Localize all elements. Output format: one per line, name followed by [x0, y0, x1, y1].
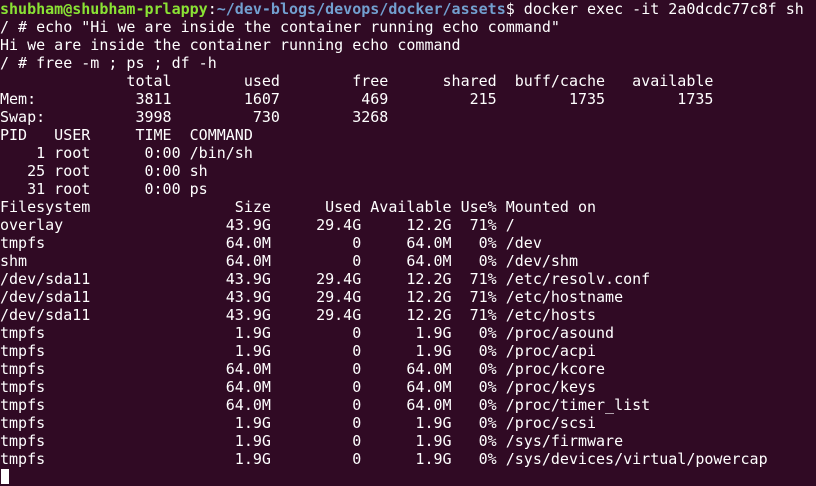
output-line: /dev/sda11 43.9G 29.4G 12.2G 71% /etc/ho… [0, 306, 597, 324]
output-line: / # echo "Hi we are inside the container… [0, 18, 560, 36]
prompt-symbol: $ [505, 0, 524, 18]
output-line: /dev/sda11 43.9G 29.4G 12.2G 71% /etc/re… [0, 270, 651, 288]
cursor-line [0, 468, 816, 486]
output-line: Hi we are inside the container running e… [0, 36, 461, 54]
output-line: tmpfs 1.9G 0 1.9G 0% /proc/acpi [0, 342, 597, 360]
prompt-path: ~/dev-blogs/devops/docker/assets [216, 0, 506, 18]
output-line: tmpfs 1.9G 0 1.9G 0% /proc/scsi [0, 414, 597, 432]
output-line: Filesystem Size Used Available Use% Moun… [0, 198, 597, 216]
output-line: tmpfs 1.9G 0 1.9G 0% /sys/firmware [0, 432, 624, 450]
output-line: tmpfs 64.0M 0 64.0M 0% /proc/kcore [0, 360, 606, 378]
output-line: tmpfs 64.0M 0 64.0M 0% /proc/timer_list [0, 396, 651, 414]
prompt-command: docker exec -it 2a0dcdc77c8f sh [523, 0, 804, 18]
output-line: Swap: 3998 730 3268 [0, 108, 389, 126]
output-line: total used free shared buff/cache availa… [0, 72, 714, 90]
output-line: /dev/sda11 43.9G 29.4G 12.2G 71% /etc/ho… [0, 288, 624, 306]
prompt-line: shubham@shubham-prlappy:~/dev-blogs/devo… [0, 0, 816, 18]
output-line: tmpfs 1.9G 0 1.9G 0% /proc/asound [0, 324, 615, 342]
output-line: 31 root 0:00 ps [0, 180, 208, 198]
text-cursor [1, 469, 9, 484]
prompt-user-host: shubham@shubham-prlappy [0, 0, 208, 18]
output-line: overlay 43.9G 29.4G 12.2G 71% / [0, 216, 515, 234]
terminal-output: / # echo "Hi we are inside the container… [0, 18, 816, 468]
output-line: Mem: 3811 1607 469 215 1735 1735 [0, 90, 714, 108]
output-line: shm 64.0M 0 64.0M 0% /dev/shm [0, 252, 578, 270]
output-line: PID USER TIME COMMAND [0, 126, 253, 144]
terminal-window[interactable]: shubham@shubham-prlappy:~/dev-blogs/devo… [0, 0, 816, 484]
output-line: tmpfs 64.0M 0 64.0M 0% /proc/keys [0, 378, 597, 396]
output-line: tmpfs 1.9G 0 1.9G 0% /sys/devices/virtua… [0, 450, 768, 468]
output-line: / # free -m ; ps ; df -h [0, 54, 217, 72]
output-line: 1 root 0:00 /bin/sh [0, 144, 253, 162]
prompt-separator: : [207, 0, 217, 18]
output-line: tmpfs 64.0M 0 64.0M 0% /dev [0, 234, 542, 252]
output-line: 25 root 0:00 sh [0, 162, 208, 180]
